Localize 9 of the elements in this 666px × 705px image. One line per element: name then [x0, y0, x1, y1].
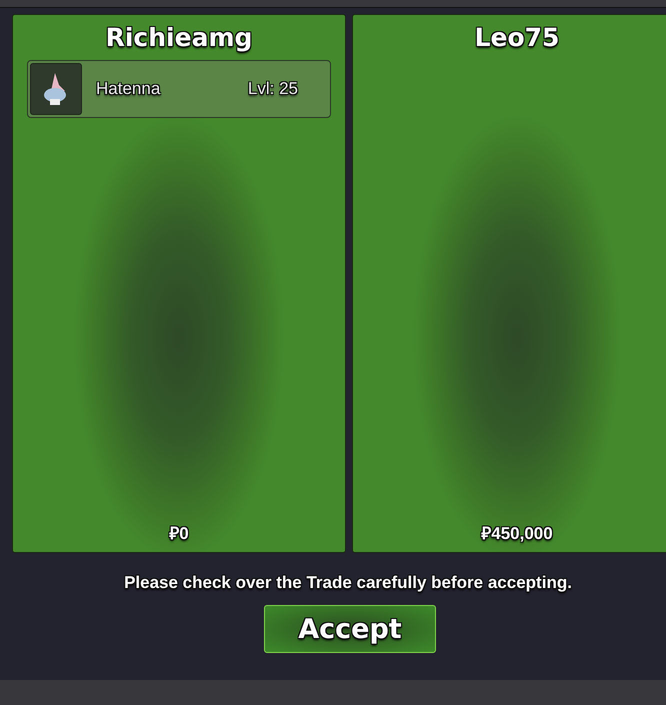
accept-button[interactable]: Accept: [264, 605, 436, 653]
pokemon-level: Lvl: 25: [248, 79, 298, 99]
notice-text: Please check over the Trade carefully before accepting.: [123, 573, 573, 593]
player-name: Richieamg: [106, 23, 252, 52]
pokemon-row[interactable]: Hatenna Lvl: 25: [27, 60, 331, 118]
money-amount: ₽450,000: [481, 523, 553, 544]
money-amount: ₽0: [169, 523, 189, 544]
pokemon-name: Hatenna: [96, 79, 162, 99]
player-name: Leo75: [474, 23, 560, 52]
